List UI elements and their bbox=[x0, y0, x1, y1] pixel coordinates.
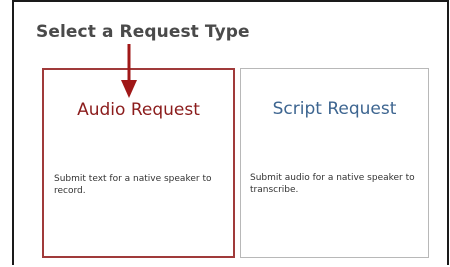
page-title: Select a Request Type bbox=[36, 22, 250, 42]
request-type-panel: Select a Request Type Audio Request Subm… bbox=[12, 0, 449, 265]
script-request-title[interactable]: Script Request bbox=[241, 99, 428, 119]
script-request-card[interactable]: Script Request Submit audio for a native… bbox=[240, 68, 429, 258]
script-request-description: Submit audio for a native speaker to tra… bbox=[250, 173, 415, 195]
audio-request-card[interactable]: Audio Request Submit text for a native s… bbox=[42, 68, 235, 258]
audio-request-description: Submit text for a native speaker to reco… bbox=[54, 174, 212, 196]
audio-request-title[interactable]: Audio Request bbox=[44, 100, 233, 120]
